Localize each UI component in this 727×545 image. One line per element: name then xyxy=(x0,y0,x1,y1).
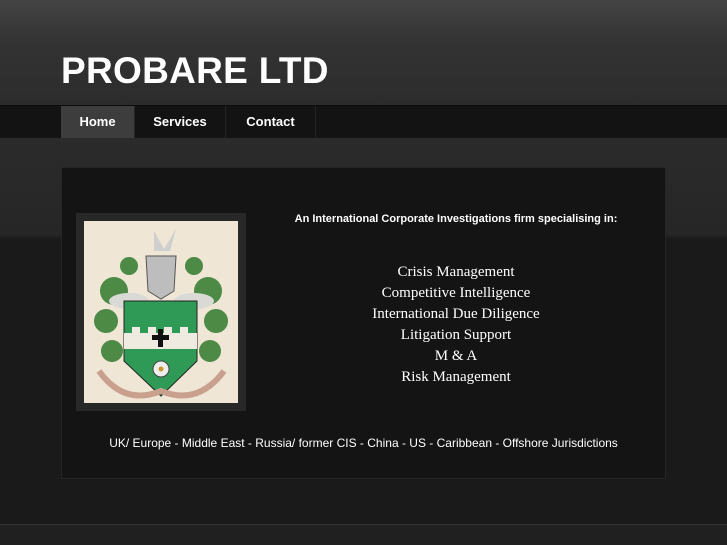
service-item: Crisis Management xyxy=(397,264,515,280)
main-nav: Home Services Contact xyxy=(0,105,727,139)
tagline: An International Corporate Investigation… xyxy=(294,213,618,225)
nav-home[interactable]: Home xyxy=(61,106,135,139)
service-item: M & A xyxy=(434,348,478,364)
nav-services[interactable]: Services xyxy=(135,106,226,139)
services-list: Crisis Management Competitive Intelligen… xyxy=(272,262,640,388)
header: PROBARE LTD xyxy=(0,0,727,105)
content-panel: An International Corporate Investigation… xyxy=(61,167,666,479)
nav-contact[interactable]: Contact xyxy=(226,106,316,139)
service-item: Litigation Support xyxy=(400,327,512,343)
regions-text: UK/ Europe - Middle East - Russia/ forme… xyxy=(109,436,618,450)
service-item: International Due Diligence xyxy=(372,306,540,322)
service-item: Risk Management xyxy=(401,369,511,385)
footer xyxy=(0,524,727,545)
crest-frame xyxy=(76,213,246,411)
service-item: Competitive Intelligence xyxy=(381,285,531,301)
coat-of-arms-image xyxy=(84,221,238,403)
site-title: PROBARE LTD xyxy=(61,50,329,91)
